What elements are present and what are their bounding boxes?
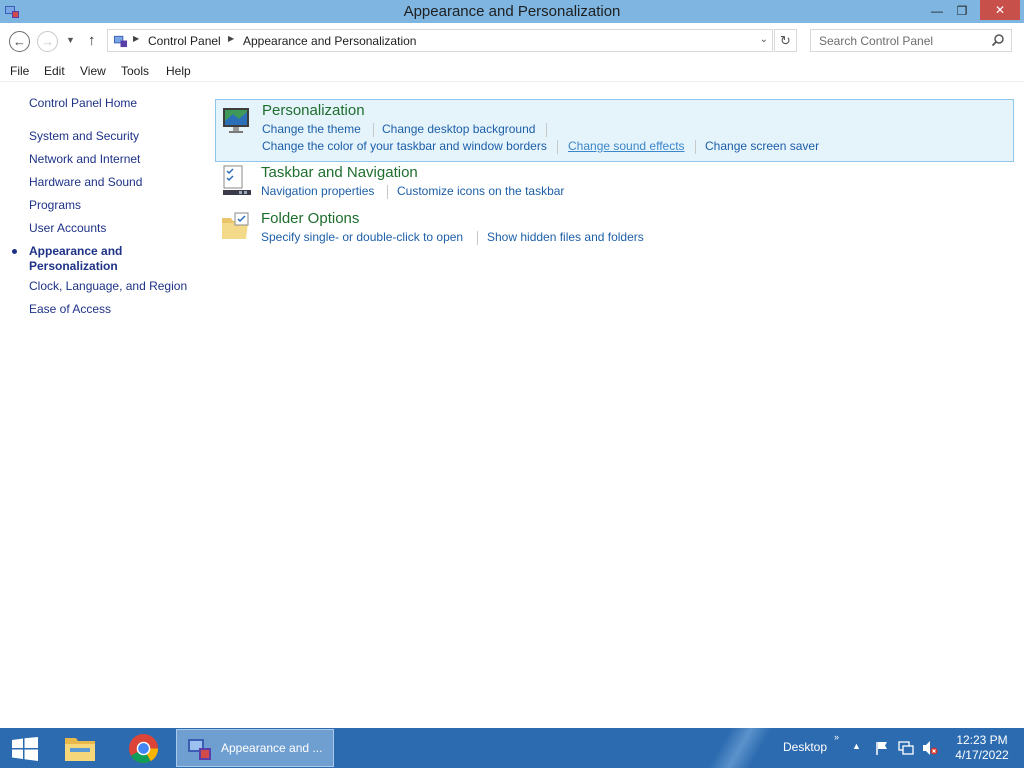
taskbar-and-navigation-icon [223,165,251,195]
navigation-bar: ← → ▼ ↑ ▶ Control Panel ▶ Appearance and… [0,23,1024,60]
control-panel-icon [188,739,211,760]
refresh-icon: ↻ [780,32,791,48]
search-box[interactable]: Search Control Panel [810,29,1012,52]
link-separator [477,231,478,245]
action-center-flag-icon[interactable] [874,740,890,756]
sidebar-control-panel-home[interactable]: Control Panel Home [29,96,137,111]
link-change-taskbar-color[interactable]: Change the color of your taskbar and win… [262,139,547,153]
sidebar-current-line1: Appearance and [29,244,123,258]
current-item-bullet-icon [12,249,17,254]
address-bar[interactable]: ▶ Control Panel ▶ Appearance and Persona… [107,29,773,52]
sidebar-item-programs[interactable]: Programs [29,198,81,213]
search-icon[interactable] [991,33,1005,47]
link-show-hidden-files[interactable]: Show hidden files and folders [487,230,644,244]
close-button[interactable]: ✕ [980,0,1020,20]
link-separator [546,123,547,137]
link-single-double-click[interactable]: Specify single- or double-click to open [261,230,463,244]
link-separator [373,123,374,137]
network-icon[interactable] [898,740,914,756]
link-separator [695,140,696,154]
breadcrumb-separator-icon[interactable]: ▶ [133,34,139,43]
section-personalization: Personalization Change the theme Change … [215,99,1014,162]
taskbar-window-label: Appearance and ... [221,741,323,755]
menu-file[interactable]: File [10,64,29,78]
forward-button[interactable]: → [37,31,58,52]
recent-locations-dropdown[interactable]: ▼ [66,35,75,45]
folder-options-icon [222,212,249,239]
clock-time: 12:23 PM [956,733,1008,747]
menu-help[interactable]: Help [166,64,191,78]
link-change-sound-effects[interactable]: Change sound effects [568,139,685,153]
clock-date: 4/17/2022 [955,748,1009,762]
forward-arrow-icon: → [41,34,54,49]
sidebar-current-line2: Personalization [29,259,118,273]
clock[interactable]: 12:23 PM 4/17/2022 [950,733,1014,763]
volume-muted-icon[interactable] [922,740,938,756]
link-customize-taskbar-icons[interactable]: Customize icons on the taskbar [397,184,564,198]
refresh-button[interactable]: ↻ [774,29,797,52]
control-panel-icon [113,35,128,48]
section-folder-options: Folder Options Specify single- or double… [215,208,1014,254]
window-title: Appearance and Personalization [403,3,621,20]
back-button[interactable]: ← [9,31,30,52]
taskbar-and-navigation-title[interactable]: Taskbar and Navigation [261,164,418,181]
sidebar-item-network-and-internet[interactable]: Network and Internet [29,152,140,167]
link-separator [387,185,388,199]
file-explorer-icon[interactable] [62,732,98,764]
taskbar: Appearance and ... Desktop » ▲ 12:23 PM … [0,728,1024,768]
menu-bar: File Edit View Tools Help [0,60,1024,82]
personalization-icon [223,108,249,133]
menu-edit[interactable]: Edit [44,64,65,78]
breadcrumb-control-panel[interactable]: Control Panel [148,34,221,48]
link-separator [557,140,558,154]
back-arrow-icon: ← [13,34,26,49]
desktop-toolbar-label[interactable]: Desktop [783,740,827,754]
folder-options-title[interactable]: Folder Options [261,210,359,227]
sidebar-item-appearance-and-personalization[interactable]: Appearance and Personalization [29,244,122,274]
menu-tools[interactable]: Tools [121,64,149,78]
link-change-desktop-background[interactable]: Change desktop background [382,122,535,136]
sidebar-item-clock-language-region[interactable]: Clock, Language, and Region [29,279,187,294]
link-change-the-theme[interactable]: Change the theme [262,122,361,136]
personalization-title[interactable]: Personalization [262,102,365,119]
windows-start-icon[interactable] [12,737,38,761]
breadcrumb-current[interactable]: Appearance and Personalization [243,34,416,48]
sidebar-item-hardware-and-sound[interactable]: Hardware and Sound [29,175,142,190]
up-button[interactable]: ↑ [88,32,96,49]
section-taskbar-and-navigation: Taskbar and Navigation Navigation proper… [215,162,1014,208]
show-hidden-icons-icon[interactable]: ▲ [852,741,861,751]
search-input[interactable]: Search Control Panel [819,34,933,48]
maximize-button[interactable]: ❐ [950,0,974,21]
link-navigation-properties[interactable]: Navigation properties [261,184,374,198]
title-bar: Appearance and Personalization — ❐ ✕ [0,0,1024,23]
address-dropdown-icon[interactable]: ⌄ [760,34,768,45]
minimize-button[interactable]: — [924,0,950,21]
menu-view[interactable]: View [80,64,106,78]
breadcrumb-separator-icon[interactable]: ▶ [228,34,234,43]
taskbar-active-window-button[interactable]: Appearance and ... [176,729,334,767]
chrome-icon[interactable] [128,733,159,764]
sidebar-item-user-accounts[interactable]: User Accounts [29,221,106,236]
sidebar-item-system-and-security[interactable]: System and Security [29,129,139,144]
link-change-screen-saver[interactable]: Change screen saver [705,139,819,153]
toolbar-chevron-icon[interactable]: » [834,732,839,742]
taskbar-glow [700,728,780,768]
sidebar-item-ease-of-access[interactable]: Ease of Access [29,302,111,317]
